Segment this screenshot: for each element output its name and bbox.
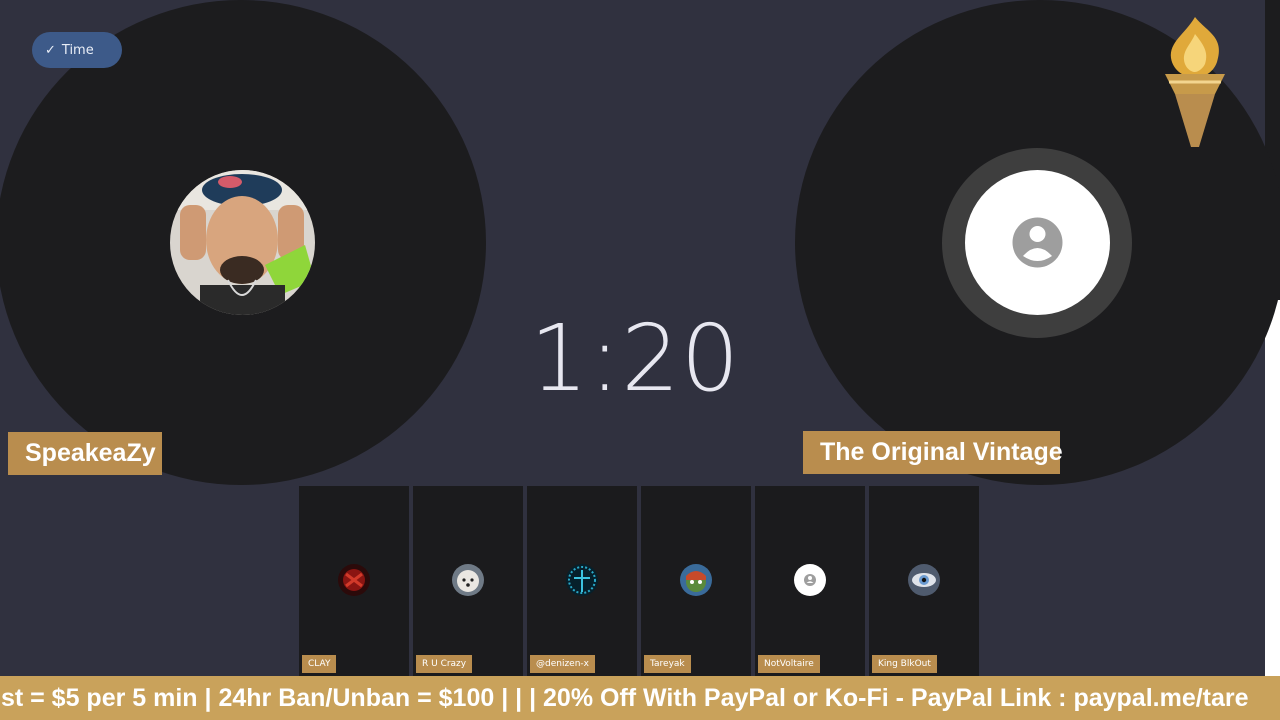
default-avatar-icon [965,170,1110,315]
torch-logo-icon [1155,12,1235,152]
participant-name: NotVoltaire [758,655,820,673]
timer-chip-label: Time [61,42,94,58]
participant-name: Tareyak [644,655,691,673]
participant-tile[interactable]: NotVoltaire [755,486,865,676]
speaker-name-right: The Original Vintage [803,431,1063,474]
participant-tile[interactable]: CLAY [299,486,409,676]
info-ticker: ist = $5 per 5 min | 24hr Ban/Unban = $1… [0,676,1280,720]
speaker-avatar-speakeazy [170,170,315,315]
ticker-text: ist = $5 per 5 min | 24hr Ban/Unban = $1… [0,684,1249,712]
participant-avatar [680,564,712,596]
check-icon: ✓ [45,42,56,58]
participant-name: King BlkOut [872,655,937,673]
speaker-name-left: SpeakeaZy [8,432,162,475]
participant-strip: CLAY R U Crazy @denizen-x Tareyak NotVol… [299,486,981,676]
participant-tile[interactable]: Tareyak [641,486,751,676]
participant-tile[interactable]: King BlkOut [869,486,979,676]
timer-toggle-chip[interactable]: ✓ Time [32,32,122,68]
participant-tile[interactable]: R U Crazy [413,486,523,676]
participant-name: @denizen-x [530,655,595,673]
participant-tile[interactable]: @denizen-x [527,486,637,676]
participant-name: R U Crazy [416,655,473,673]
participant-avatar [908,564,940,596]
participant-avatar [338,564,370,596]
participant-avatar [794,564,826,596]
participant-avatar [566,564,598,596]
countdown-clock: 1:20 [529,305,741,412]
participant-name: CLAY [302,655,337,673]
participant-avatar [452,564,484,596]
